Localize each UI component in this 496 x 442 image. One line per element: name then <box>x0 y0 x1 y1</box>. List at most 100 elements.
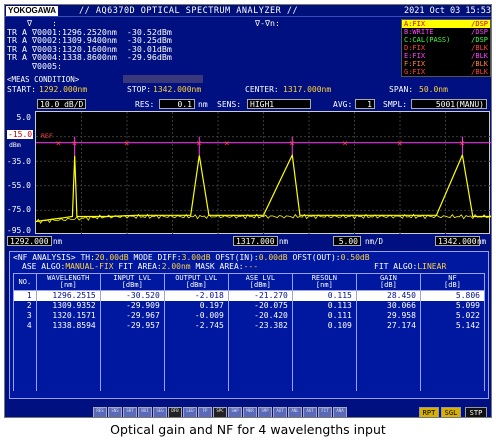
table-cell: -20.075 <box>227 300 293 311</box>
table-cell: -2.018 <box>163 290 229 301</box>
trace-row[interactable]: B:WRITE/DSP <box>402 28 490 36</box>
softkey-button[interactable]: FIT <box>318 407 332 417</box>
mask-area-value[interactable]: --- <box>244 262 258 271</box>
repeat-button[interactable]: RPT <box>419 407 439 417</box>
smpl-value[interactable]: 5001(MANU) <box>411 99 487 109</box>
trace-row[interactable]: E:FIX/BLK <box>402 52 490 60</box>
nf-header-line-2: ASE ALGO:MANUAL-FIX FIT AREA:2.00nm MASK… <box>22 262 258 271</box>
softkey-button[interactable]: MKR <box>243 407 257 417</box>
avg-value[interactable]: 1 <box>355 99 375 109</box>
softkey-button[interactable]: AUT <box>303 407 317 417</box>
nf-header-line-1: <NF ANALYSIS> TH:20.00dB MODE DIFF:3.00d… <box>13 253 370 262</box>
mask-area-label: MASK AREA: <box>195 262 244 271</box>
trace-row[interactable]: C:CAL(PASS) /DSP <box>402 36 490 44</box>
span-value[interactable]: 50.0nm <box>419 85 448 94</box>
x-div-box[interactable]: 5.00 <box>333 236 361 246</box>
table-cell: 1338.8594 <box>35 320 101 331</box>
column-header[interactable]: NF [dB] <box>419 273 486 291</box>
marker-point[interactable]: × <box>289 139 294 149</box>
softkey-button[interactable]: SNS <box>108 407 122 417</box>
trace-name: C:CAL(PASS) <box>404 36 451 44</box>
table-cell: 5.022 <box>419 310 486 321</box>
softkey-button[interactable]: SRT <box>123 407 137 417</box>
scale-box[interactable]: 10.0 dB/D <box>37 99 87 109</box>
table-filler-cell <box>227 330 293 391</box>
single-button[interactable]: SGL <box>441 407 461 417</box>
softkey-button[interactable]: SWP <box>228 407 242 417</box>
column-header[interactable]: ASE LVL [dBm] <box>227 273 293 291</box>
fit-area-value[interactable]: 2.00nm <box>162 262 191 271</box>
trace-row[interactable]: A:FIX/DSP <box>402 20 490 28</box>
column-header[interactable]: GAIN [dB] <box>355 273 421 291</box>
y-tick-label: -95.0 <box>6 226 31 235</box>
table-row[interactable]: 1 1296.2515 -30.520 -2.018 -21.270 0.115 28.45… <box>13 290 486 301</box>
center-value[interactable]: 1317.000nm <box>283 85 331 94</box>
res-unit: nm <box>198 100 208 109</box>
table-cell: -29.967 <box>99 310 165 321</box>
stop-button[interactable]: STP <box>465 407 487 417</box>
table-header-row: NO. WAVELENGTH [nm] INPUT LVL [dBm] OUTPUT LV… <box>13 273 486 291</box>
ofst-out-value[interactable]: 0.50dB <box>341 253 370 262</box>
figure-caption: Optical gain and NF for 4 wavelengths in… <box>110 422 386 437</box>
table-row[interactable]: 3 1320.1571 -29.967 -0.009 -20.420 0.111 29.95… <box>13 310 486 321</box>
instrument-title: // AQ6370D OPTICAL SPECTRUM ANALYZER // <box>79 6 299 16</box>
mode-diff-label: MODE DIFF: <box>133 253 182 262</box>
table-cell: 4 <box>13 320 37 331</box>
table-filler-cell <box>419 330 486 391</box>
table-cell: 0.197 <box>163 300 229 311</box>
column-header[interactable]: OUTPUT LVL [dBm] <box>163 273 229 291</box>
ase-algo-value[interactable]: MANUAL-FIX <box>65 262 113 271</box>
trace-row[interactable]: F:FIX/BLK <box>402 60 490 68</box>
table-row[interactable]: 2 1309.9352 -29.909 0.197 -20.075 0.113 30.066… <box>13 300 486 311</box>
trace-status-box[interactable]: A:FIX/DSP B:WRITE/DSP C:CAL(PASS)/DSP D:FIX… <box>401 19 491 77</box>
marker-row[interactable]: ∇0005: <box>7 62 172 71</box>
table-filler-row <box>13 330 486 391</box>
th-value[interactable]: 20.00dB <box>95 253 129 262</box>
spectrum-plot[interactable]: × × × × × × × × × <box>35 111 491 235</box>
softkey-button[interactable]: FP <box>198 407 212 417</box>
marker-point[interactable]: × <box>459 139 464 149</box>
start-value[interactable]: 1292.000nm <box>39 85 87 94</box>
column-name: NO. <box>18 277 32 286</box>
softkey-button[interactable]: NOI <box>138 407 152 417</box>
mode-diff-value[interactable]: 3.00dB <box>182 253 211 262</box>
softkey-button[interactable]: SPC <box>213 407 227 417</box>
softkey-bar: RES SNS SRT NOI SEG DFB LED FP SPC SWP MKR SMP AUT AN… <box>93 407 347 417</box>
fit-algo-value[interactable]: LINEAR <box>417 262 446 271</box>
ref-unit-label: dBm <box>9 141 21 149</box>
x-center-box[interactable]: 1317.000 <box>233 236 278 246</box>
table-cell: -2.745 <box>163 320 229 331</box>
table-cell: 30.066 <box>355 300 421 311</box>
column-header[interactable]: NO. <box>13 273 37 291</box>
ofst-in-label: OFST(IN): <box>215 253 259 262</box>
softkey-button[interactable]: SEG <box>153 407 167 417</box>
trace-row[interactable]: G:FIX/BLK <box>402 68 490 76</box>
marker-point[interactable]: × <box>72 139 77 149</box>
softkey-button[interactable]: LED <box>183 407 197 417</box>
ref-level-box[interactable]: -15.0 <box>7 130 34 139</box>
column-header[interactable]: RESOLN [nm] <box>291 273 357 291</box>
softkey-button[interactable]: SMP <box>258 407 272 417</box>
ofst-in-value[interactable]: 0.00dB <box>259 253 288 262</box>
table-row[interactable]: 4 1338.8594 -29.957 -2.745 -23.382 0.109 27.17… <box>13 320 486 331</box>
softkey-button[interactable]: AUT <box>273 407 287 417</box>
x-start-box[interactable]: 1292.000 <box>7 236 52 246</box>
res-value[interactable]: 0.1 <box>159 99 195 109</box>
table-cell: 2 <box>13 300 37 311</box>
trace-row[interactable]: D:FIX/BLK <box>402 44 490 52</box>
softkey-button[interactable]: ANA <box>333 407 347 417</box>
stop-value[interactable]: 1342.000nm <box>153 85 201 94</box>
column-unit: [dBm] <box>121 281 143 289</box>
softkey-button[interactable]: DFB <box>168 407 182 417</box>
ref-tag: REF <box>41 132 53 140</box>
nf-analysis-panel: <NF ANALYSIS> TH:20.00dB MODE DIFF:3.00d… <box>9 251 489 399</box>
marker-point[interactable]: × <box>196 139 201 149</box>
sens-value[interactable]: HIGH1 <box>247 99 311 109</box>
column-header[interactable]: INPUT LVL [dBm] <box>99 273 165 291</box>
column-unit: [dBm] <box>185 281 207 289</box>
table-cell: -23.382 <box>227 320 293 331</box>
x-stop-box[interactable]: 1342.000 <box>435 236 480 246</box>
column-header[interactable]: WAVELENGTH [nm] <box>35 273 101 291</box>
softkey-button[interactable]: RES <box>93 407 107 417</box>
softkey-button[interactable]: ANL <box>288 407 302 417</box>
